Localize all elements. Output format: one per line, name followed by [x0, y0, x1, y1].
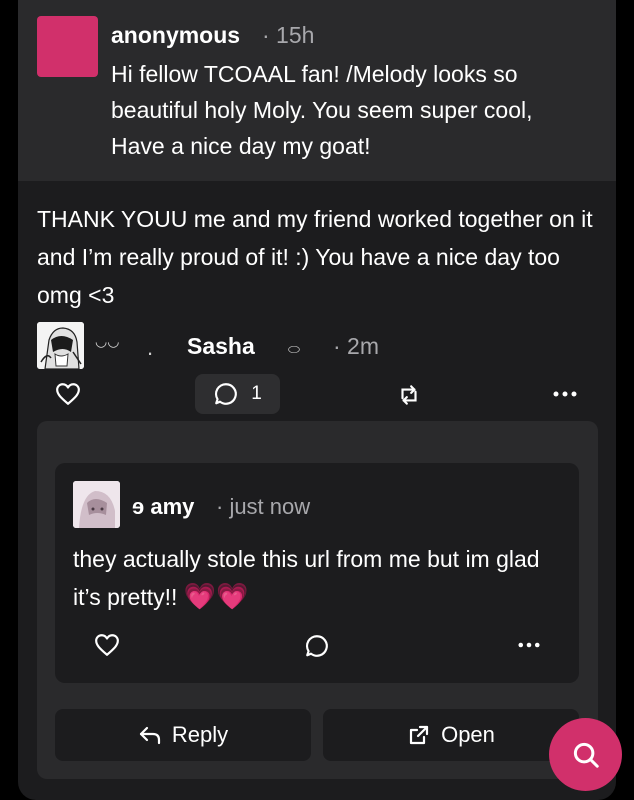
more-options-button[interactable] — [549, 381, 581, 407]
like-button[interactable] — [53, 379, 83, 409]
heart-icon — [95, 634, 119, 656]
commenter-avatar[interactable] — [73, 481, 120, 528]
reply-arrow-icon — [139, 726, 160, 745]
replies-button[interactable]: 1 — [195, 374, 280, 414]
name-decoration-dot: . — [147, 335, 154, 360]
open-button-label: Open — [441, 722, 495, 747]
anonymous-avatar[interactable] — [37, 16, 98, 77]
author-name[interactable]: Sasha — [187, 333, 255, 360]
question-text: Hi fellow TCOAAL fan! /Melody looks so b… — [111, 61, 533, 159]
reply-button-label: Reply — [171, 722, 229, 747]
name-decoration-left: ◡◡ — [95, 333, 120, 349]
open-button[interactable]: Open — [323, 709, 579, 761]
ellipsis-icon — [518, 642, 540, 648]
comment-text: they actually stole this url from me but… — [73, 541, 563, 616]
comment-icon — [305, 635, 328, 657]
reblog-button[interactable] — [393, 379, 425, 411]
repost-icon — [401, 385, 417, 405]
answer-timestamp: · 2m — [333, 333, 379, 359]
comment-body: they actually stole this url from me but… — [73, 546, 540, 610]
name-decoration-right: ⬭ — [288, 341, 300, 357]
reply-count: 1 — [251, 383, 262, 404]
asker-name[interactable]: anonymous — [111, 22, 240, 49]
comment-timestamp: · just now — [216, 494, 311, 519]
ellipsis-icon — [553, 391, 577, 397]
commenter-name[interactable]: ɘ amy — [132, 494, 194, 520]
comment-more-button[interactable] — [514, 633, 544, 657]
comment-reply-button[interactable] — [302, 631, 332, 661]
search-icon — [573, 742, 599, 768]
search-fab[interactable] — [549, 718, 622, 791]
reply-button[interactable]: Reply — [55, 709, 311, 761]
external-link-icon — [409, 725, 429, 745]
heart-emoji: 💗💗 — [183, 581, 249, 611]
comment-icon — [215, 383, 238, 405]
heart-icon — [56, 383, 80, 405]
answer-text: THANK YOUU me and my friend worked toget… — [37, 206, 593, 308]
comment-like-button[interactable] — [92, 631, 122, 659]
author-avatar[interactable] — [37, 322, 84, 369]
question-timestamp: · 15h — [262, 22, 315, 48]
